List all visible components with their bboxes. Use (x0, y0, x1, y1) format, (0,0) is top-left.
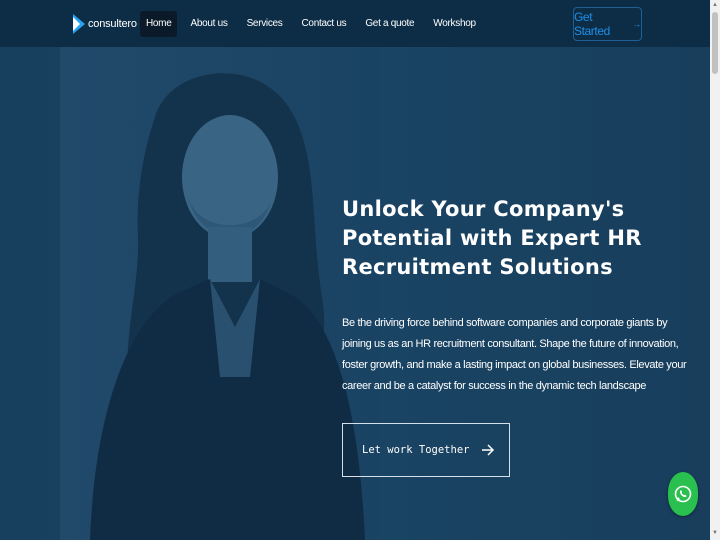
brand-name: consultero (88, 18, 137, 30)
main-nav: Home About us Services Contact us Get a … (140, 11, 489, 37)
hero-title: Unlock Your Company's Potential with Exp… (342, 197, 642, 279)
lets-work-together-label: Let work Together (362, 444, 470, 456)
nav-item-home[interactable]: Home (140, 11, 178, 37)
nav-item-services[interactable]: Services (241, 11, 289, 37)
nav-item-contact-us[interactable]: Contact us (296, 11, 353, 37)
brand-logo[interactable]: consultero (73, 14, 137, 34)
hero-section: Unlock Your Company's Potential with Exp… (0, 47, 710, 540)
whatsapp-button[interactable] (668, 472, 698, 516)
nav-item-about-us[interactable]: About us (184, 11, 233, 37)
scroll-up-icon[interactable]: ▲ (712, 2, 718, 8)
nav-item-workshop[interactable]: Workshop (427, 11, 481, 37)
page-scrollbar[interactable]: ▲ ▼ (710, 0, 720, 540)
woman-portrait-photo (60, 47, 380, 540)
logo-icon (73, 14, 85, 34)
arrow-right-icon: → (632, 19, 641, 29)
whatsapp-icon (674, 485, 692, 503)
hero-description: Be the driving force behind software com… (342, 317, 687, 392)
scrollbar-thumb[interactable] (712, 12, 718, 74)
lets-work-together-button[interactable]: Let work Together (342, 423, 510, 477)
navbar: consultero Home About us Services Contac… (0, 0, 710, 47)
get-started-label: Get Started (574, 10, 610, 38)
scroll-down-icon[interactable]: ▼ (712, 530, 718, 536)
get-started-button[interactable]: Get Started → (573, 7, 642, 41)
nav-item-get-a-quote[interactable]: Get a quote (359, 11, 420, 37)
arrow-right-icon (482, 444, 495, 456)
